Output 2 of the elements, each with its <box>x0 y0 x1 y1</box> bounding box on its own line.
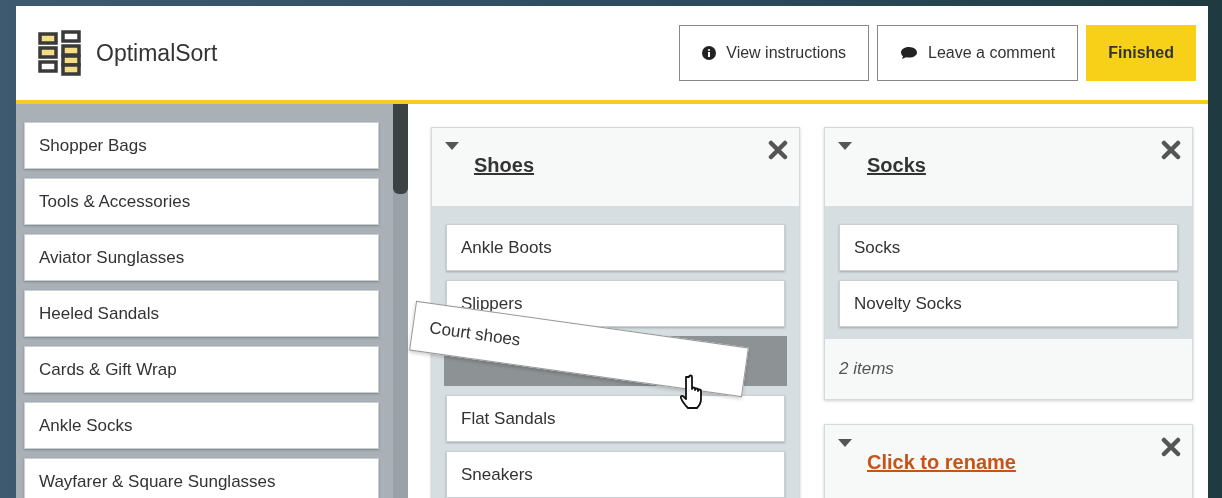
item-count: 2 items <box>839 359 894 379</box>
app-name: OptimalSort <box>96 39 218 67</box>
